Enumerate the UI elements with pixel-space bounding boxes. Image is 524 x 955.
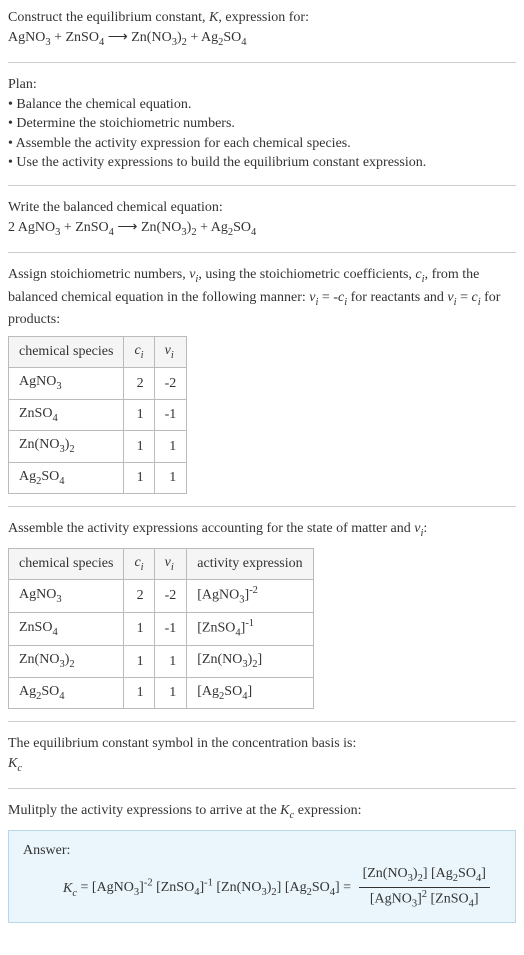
cell-species: AgNO3: [9, 580, 124, 613]
cell-vi: 1: [154, 677, 187, 708]
table-row: ZnSO4 1 -1 [ZnSO4]-1: [9, 613, 314, 646]
assign: Assign stoichiometric numbers, νi, using…: [8, 265, 516, 494]
plan: Plan: • Balance the chemical equation. •…: [8, 75, 516, 173]
col-vi: νi: [154, 336, 187, 367]
table-row: Ag2SO4 1 1 [Ag2SO4]: [9, 677, 314, 708]
multiply: Mulitply the activity expressions to arr…: [8, 801, 516, 923]
plan-item: • Determine the stoichiometric numbers.: [8, 114, 516, 134]
answer-expression: Kc = [AgNO3]-2 [ZnSO4]-1 [Zn(NO3)2] [Ag2…: [23, 864, 501, 912]
cell-ci: 1: [124, 462, 154, 493]
cell-ci: 1: [124, 431, 154, 462]
col-vi: νi: [154, 548, 187, 579]
assemble-text: Assemble the activity expressions accoun…: [8, 519, 516, 541]
col-ci: ci: [124, 336, 154, 367]
divider: [8, 721, 516, 722]
symbol-text: The equilibrium constant symbol in the c…: [8, 734, 516, 754]
balanced: Write the balanced chemical equation: 2 …: [8, 198, 516, 240]
table-row: AgNO3 2 -2 [AgNO3]-2: [9, 580, 314, 613]
cell-vi: -2: [154, 580, 187, 613]
cell-vi: -1: [154, 613, 187, 646]
fraction-numerator: [Zn(NO3)2] [Ag2SO4]: [359, 864, 490, 887]
intro-line1: Construct the equilibrium constant, K, e…: [8, 8, 516, 28]
cell-vi: 1: [154, 431, 187, 462]
cell-species: Ag2SO4: [9, 462, 124, 493]
table-row: Zn(NO3)2 1 1: [9, 431, 187, 462]
cell-ci: 1: [124, 399, 154, 430]
cell-ci: 2: [124, 368, 154, 399]
assemble: Assemble the activity expressions accoun…: [8, 519, 516, 709]
cell-vi: 1: [154, 462, 187, 493]
intro: Construct the equilibrium constant, K, e…: [8, 8, 516, 50]
assign-table: chemical species ci νi AgNO3 2 -2 ZnSO4 …: [8, 336, 187, 494]
symbol: The equilibrium constant symbol in the c…: [8, 734, 516, 776]
cell-ci: 1: [124, 613, 154, 646]
cell-species: Ag2SO4: [9, 677, 124, 708]
cell-activity: [ZnSO4]-1: [187, 613, 313, 646]
divider: [8, 788, 516, 789]
divider: [8, 252, 516, 253]
intro-equation: AgNO3 + ZnSO4 ⟶ Zn(NO3)2 + Ag2SO4: [8, 28, 516, 50]
answer-label: Answer:: [23, 841, 501, 861]
balanced-equation: 2 AgNO3 + ZnSO4 ⟶ Zn(NO3)2 + Ag2SO4: [8, 218, 516, 240]
cell-ci: 1: [124, 646, 154, 677]
cell-species: ZnSO4: [9, 613, 124, 646]
fraction: [Zn(NO3)2] [Ag2SO4] [AgNO3]2 [ZnSO4]: [359, 864, 490, 912]
col-species: chemical species: [9, 336, 124, 367]
cell-activity: [Ag2SO4]: [187, 677, 313, 708]
divider: [8, 62, 516, 63]
assemble-table: chemical species ci νi activity expressi…: [8, 548, 314, 710]
cell-species: Zn(NO3)2: [9, 431, 124, 462]
table-header-row: chemical species ci νi activity expressi…: [9, 548, 314, 579]
plan-item: • Balance the chemical equation.: [8, 95, 516, 115]
cell-species: Zn(NO3)2: [9, 646, 124, 677]
multiply-text: Mulitply the activity expressions to arr…: [8, 801, 516, 823]
cell-species: AgNO3: [9, 368, 124, 399]
cell-activity: [AgNO3]-2: [187, 580, 313, 613]
table-row: Ag2SO4 1 1: [9, 462, 187, 493]
col-species: chemical species: [9, 548, 124, 579]
divider: [8, 185, 516, 186]
cell-activity: [Zn(NO3)2]: [187, 646, 313, 677]
plan-item: • Use the activity expressions to build …: [8, 153, 516, 173]
table-row: Zn(NO3)2 1 1 [Zn(NO3)2]: [9, 646, 314, 677]
plan-item: • Assemble the activity expression for e…: [8, 134, 516, 154]
balanced-heading: Write the balanced chemical equation:: [8, 198, 516, 218]
answer-box: Answer: Kc = [AgNO3]-2 [ZnSO4]-1 [Zn(NO3…: [8, 830, 516, 923]
cell-vi: -2: [154, 368, 187, 399]
fraction-denominator: [AgNO3]2 [ZnSO4]: [359, 888, 490, 912]
assign-text: Assign stoichiometric numbers, νi, using…: [8, 265, 516, 330]
cell-vi: 1: [154, 646, 187, 677]
symbol-kc: Kc: [8, 754, 516, 776]
cell-ci: 2: [124, 580, 154, 613]
cell-ci: 1: [124, 677, 154, 708]
table-header-row: chemical species ci νi: [9, 336, 187, 367]
col-activity: activity expression: [187, 548, 313, 579]
divider: [8, 506, 516, 507]
col-ci: ci: [124, 548, 154, 579]
table-row: ZnSO4 1 -1: [9, 399, 187, 430]
cell-vi: -1: [154, 399, 187, 430]
table-row: AgNO3 2 -2: [9, 368, 187, 399]
plan-heading: Plan:: [8, 75, 516, 95]
cell-species: ZnSO4: [9, 399, 124, 430]
